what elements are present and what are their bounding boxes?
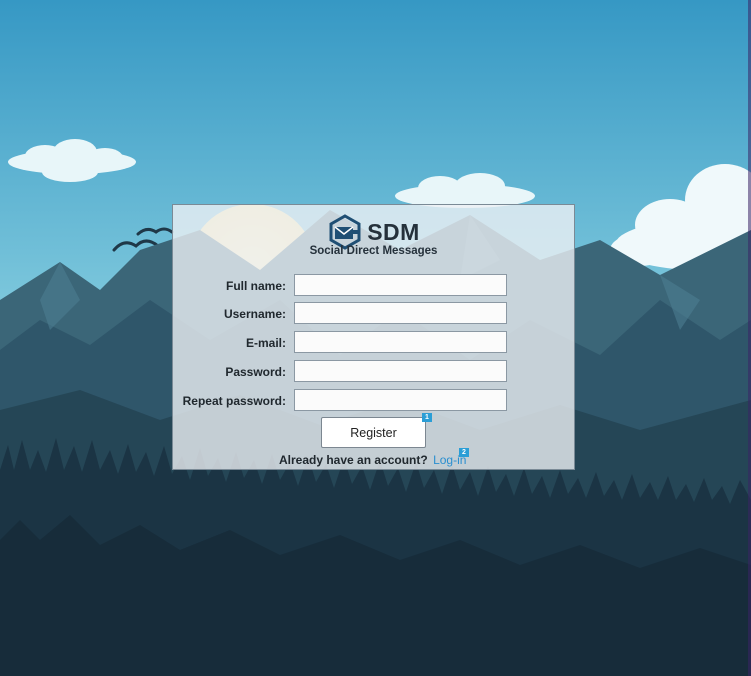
logo-name: SDM — [367, 218, 420, 245]
login-hint-badge: 2 — [459, 448, 469, 457]
register-button[interactable]: Register — [321, 417, 426, 448]
full-name-input[interactable] — [294, 274, 507, 296]
register-hint-badge: 1 — [422, 413, 432, 422]
login-prompt-text: Already have an account? — [279, 453, 428, 467]
full-name-label: Full name: — [225, 279, 286, 293]
username-input[interactable] — [294, 302, 507, 324]
app-subtitle: Social Direct Messages — [309, 245, 438, 257]
password-input[interactable] — [294, 360, 507, 382]
register-panel: SDM Social Direct Messages Full name: Us… — [172, 204, 575, 470]
username-label: Username: — [223, 307, 286, 321]
login-prompt: Already have an account? Log-in — [279, 453, 466, 467]
repeat-password-input[interactable] — [294, 389, 507, 411]
email-label: E-mail: — [245, 336, 286, 350]
repeat-password-label: Repeat password: — [182, 394, 286, 408]
email-input[interactable] — [294, 331, 507, 353]
password-label: Password: — [225, 365, 286, 379]
